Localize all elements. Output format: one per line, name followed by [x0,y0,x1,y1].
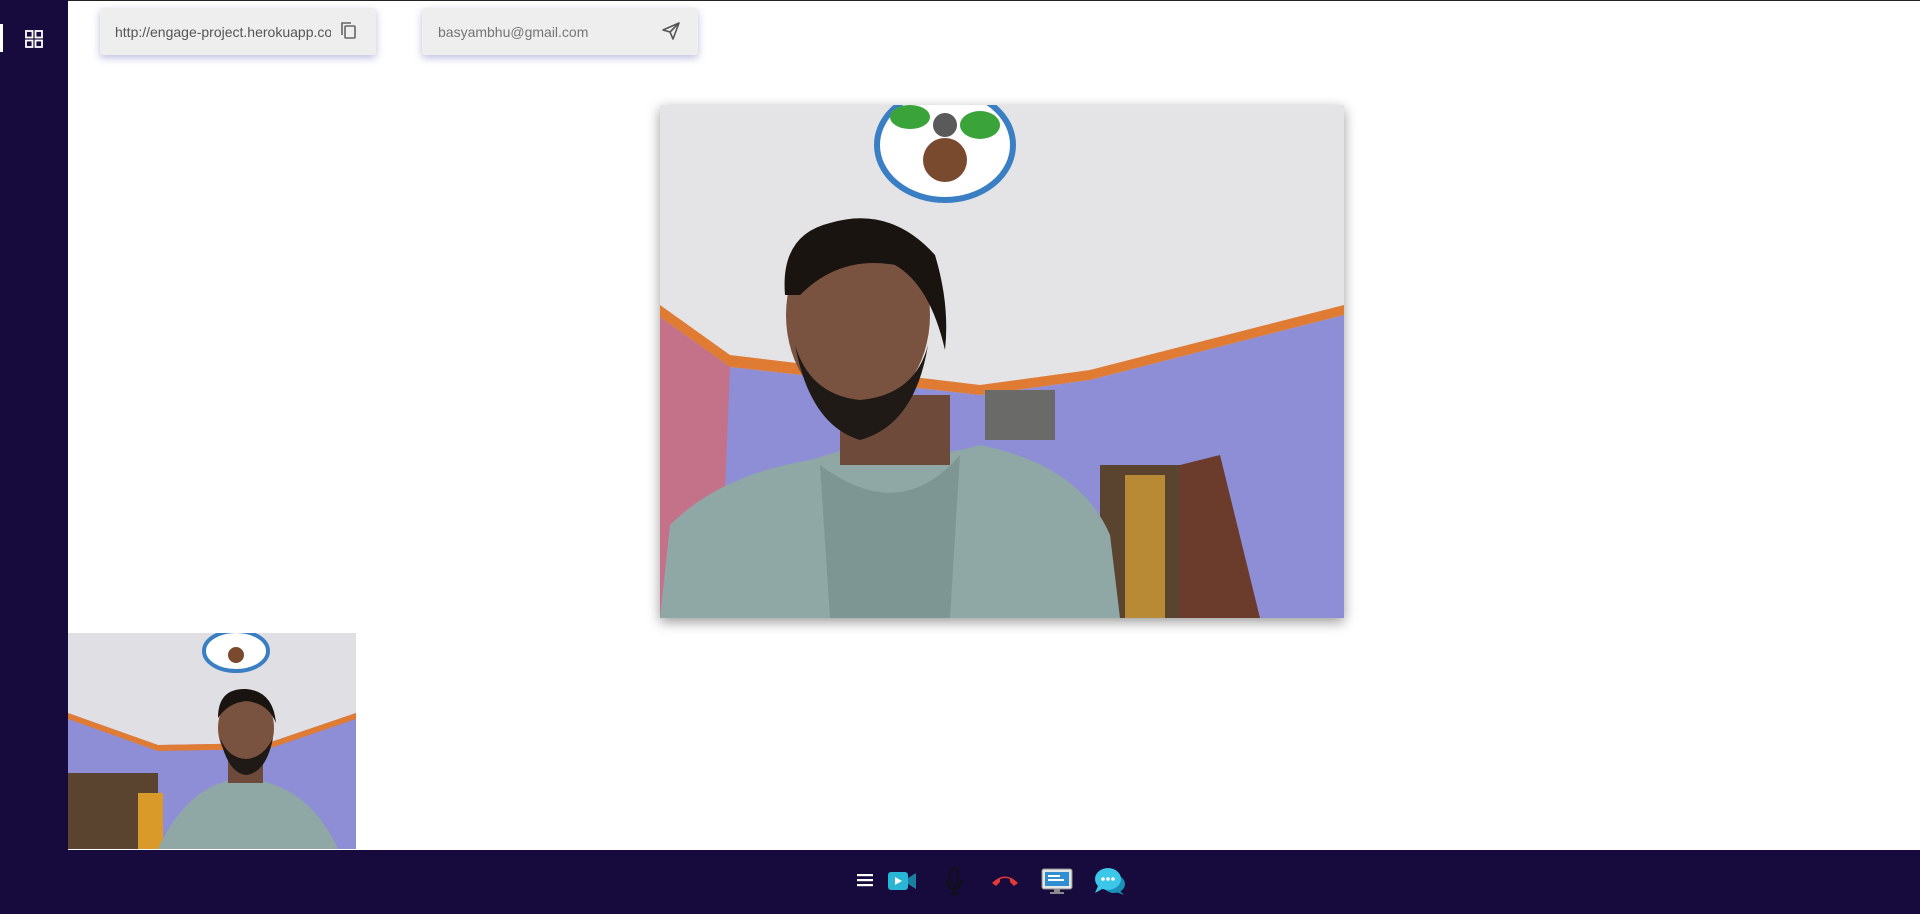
active-indicator [0,24,3,52]
menu-icon[interactable] [856,871,874,889]
top-border [68,0,1920,1]
invite-link-field: http://engage-project.herokuapp.com [100,8,376,55]
screen-share-icon[interactable] [1041,867,1073,895]
video-camera-icon[interactable] [887,868,917,894]
invite-link-text: http://engage-project.herokuapp.com [115,23,331,40]
sidebar [0,0,68,914]
copy-icon[interactable] [338,20,360,42]
email-input[interactable] [438,23,648,40]
email-invite-field [422,8,698,55]
dashboard-grid-icon[interactable] [22,27,46,51]
microphone-icon[interactable] [944,866,964,896]
send-icon[interactable] [660,20,682,42]
remote-video [660,105,1344,618]
hang-up-icon[interactable] [990,872,1020,888]
self-video [68,633,356,849]
control-bar [0,850,1920,914]
chat-icon[interactable] [1094,866,1126,896]
